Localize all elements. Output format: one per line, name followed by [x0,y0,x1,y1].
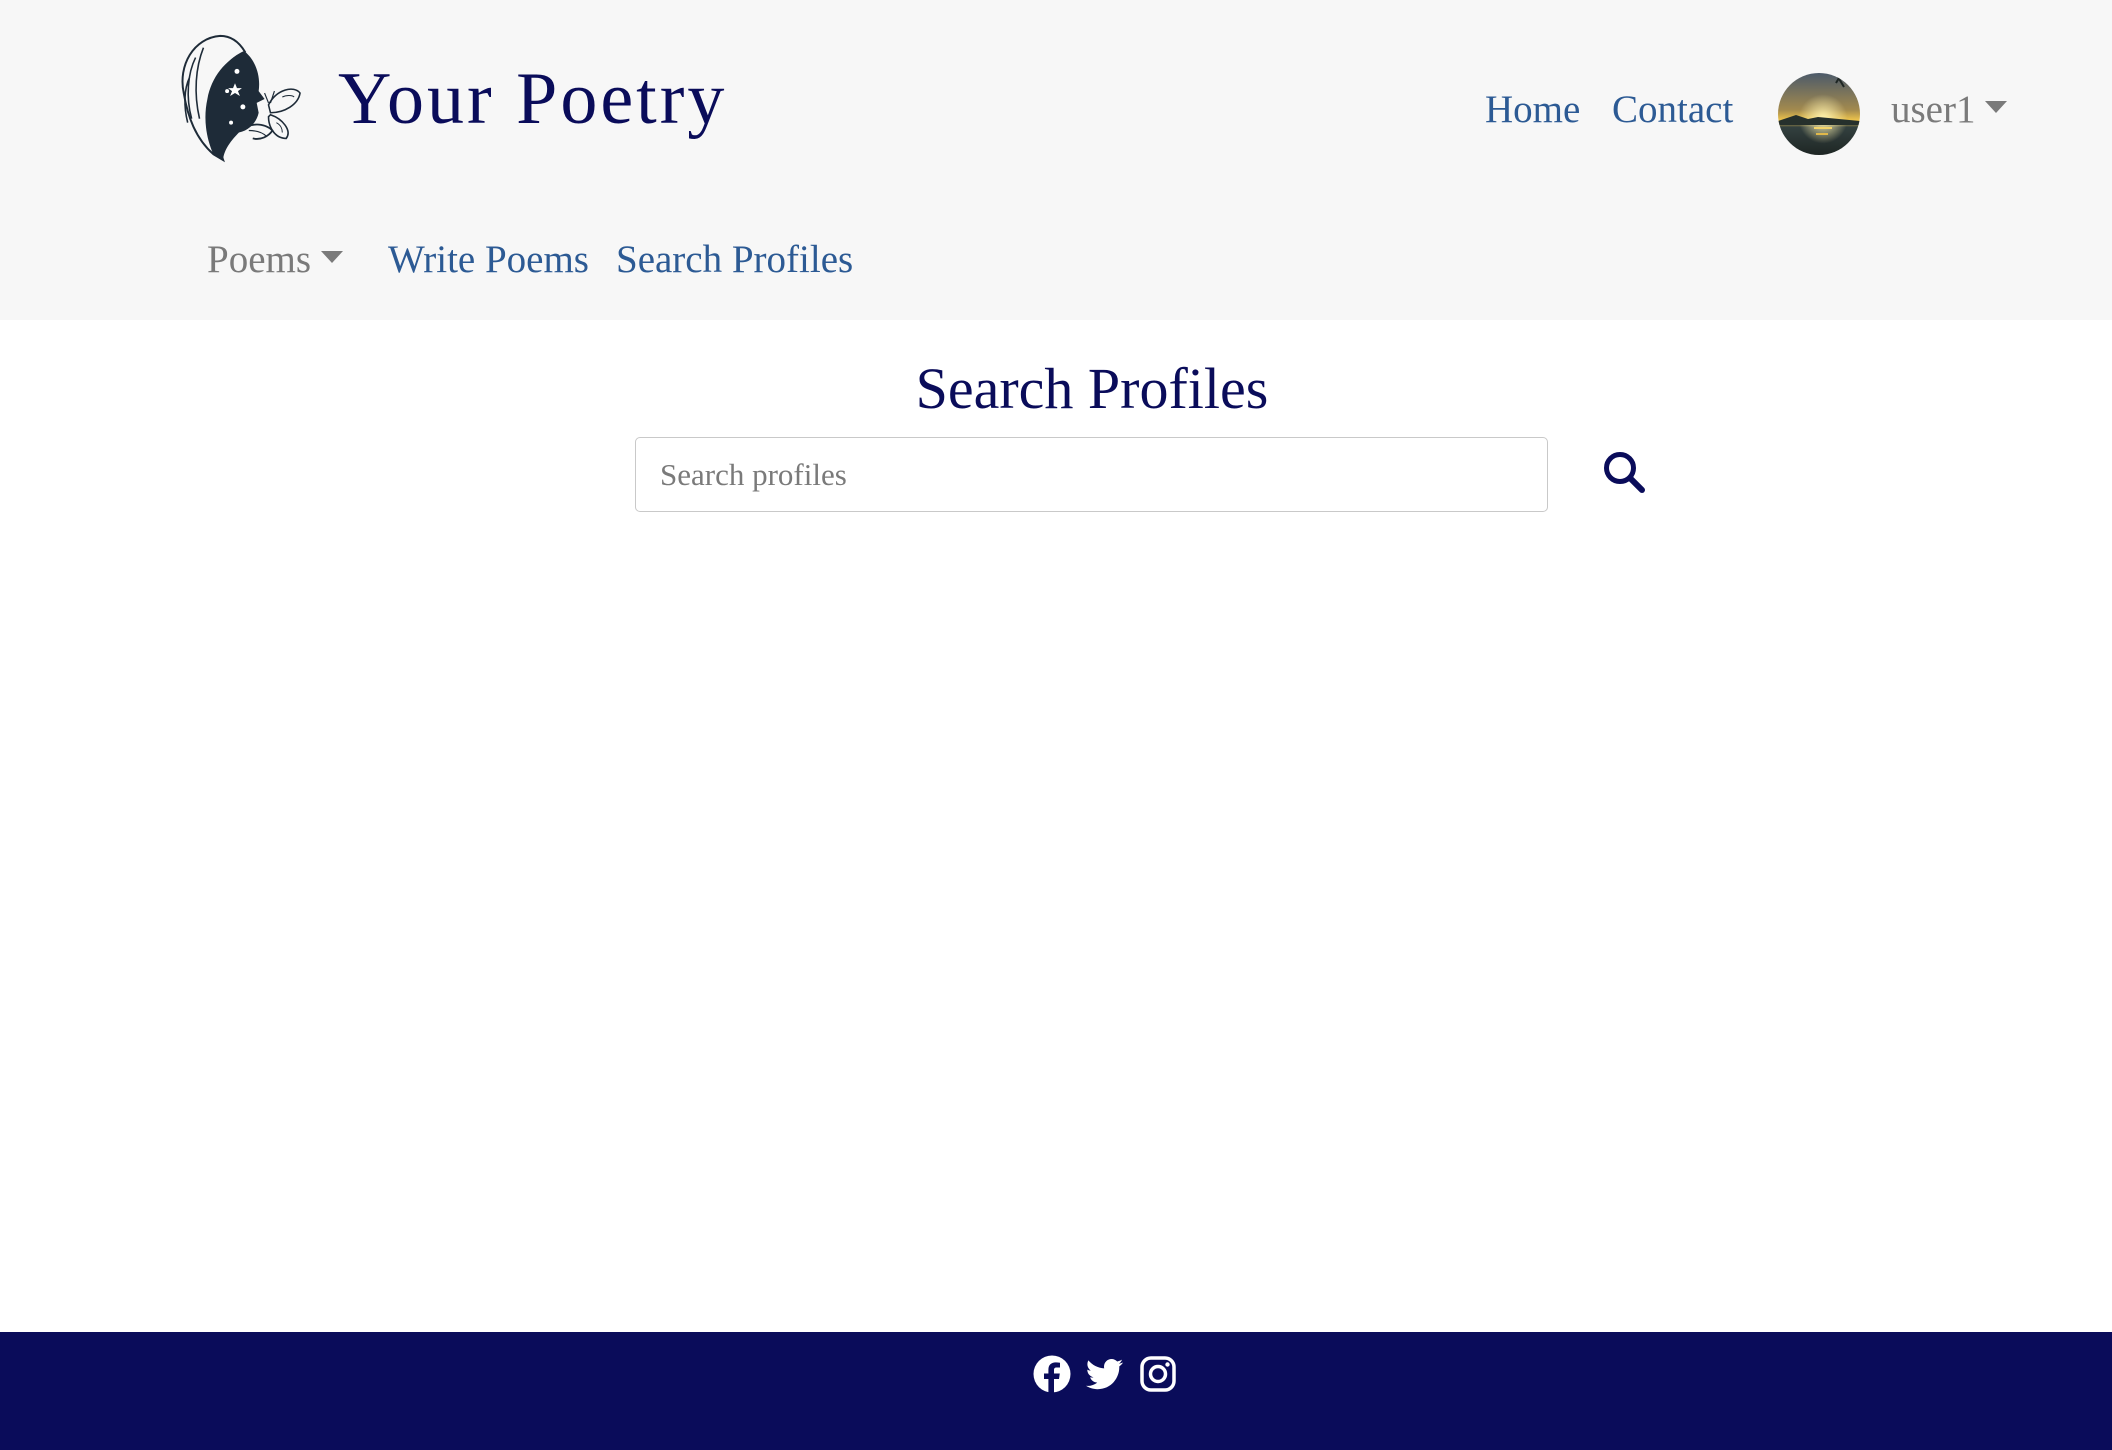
user-menu-dropdown[interactable]: user1 [1891,88,2008,131]
search-icon [1604,452,1645,493]
poems-menu-dropdown[interactable]: Poems [207,238,344,281]
facebook-icon[interactable] [1032,1354,1072,1394]
user-menu-label: user1 [1891,88,1976,131]
nav-search-profiles-link[interactable]: Search Profiles [616,240,853,279]
site-title[interactable]: Your Poetry [338,62,727,136]
site-header: Your Poetry Home Contact user1 Poems Wri… [0,0,2112,320]
nav-write-poems-link[interactable]: Write Poems [388,240,589,279]
user-avatar[interactable] [1778,73,1860,155]
instagram-icon[interactable] [1138,1354,1178,1394]
poems-menu-label: Poems [207,238,312,281]
caret-down-icon [321,251,344,264]
nav-contact-link[interactable]: Contact [1612,90,1733,129]
caret-down-icon [1985,101,2008,114]
woman-butterfly-logo-icon[interactable] [166,28,304,166]
search-profiles-input[interactable] [635,437,1548,512]
nav-home-link[interactable]: Home [1485,90,1580,129]
page-title: Search Profiles [915,356,1269,421]
search-button[interactable] [1600,448,1648,496]
twitter-icon[interactable] [1085,1354,1125,1394]
